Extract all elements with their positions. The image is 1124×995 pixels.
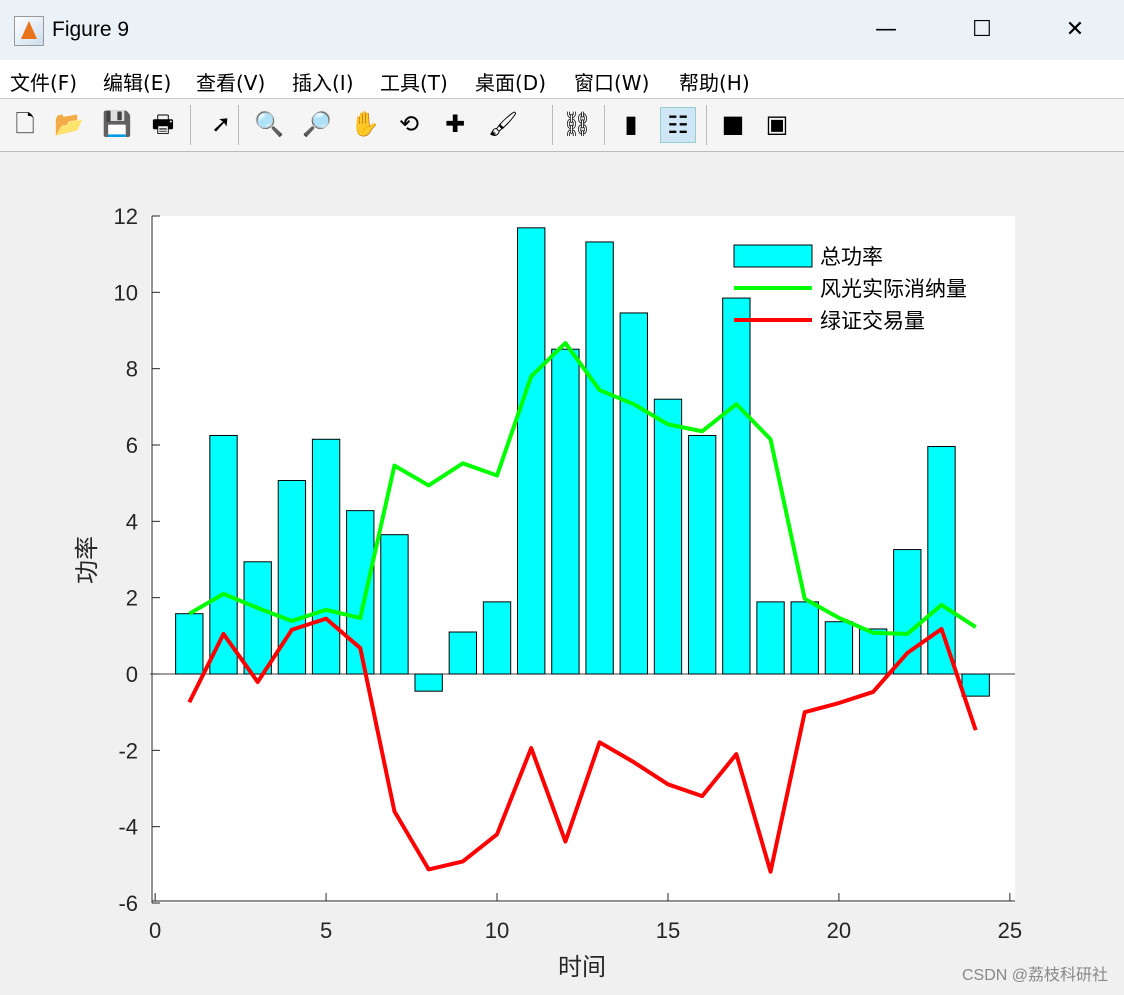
watermark: CSDN @荔枝科研社	[961, 967, 1108, 984]
y-tick-label: 6	[126, 433, 138, 458]
x-axis-label: 时间	[558, 953, 606, 981]
bar	[175, 613, 204, 675]
chart: -6 -4 -2 0 2 4 6 8 10 12 0 5 10 15 20 25 时间 功率 总功率风光实际消纳量绿…	[73, 204, 1022, 981]
legend-label: 风光实际消纳量	[820, 277, 967, 301]
bar	[380, 534, 409, 675]
y-tick-label: 4	[126, 509, 138, 534]
y-tick-label: 10	[114, 280, 138, 305]
bar	[824, 621, 854, 675]
x-tick-label: 0	[149, 918, 161, 943]
y-tick-label: -6	[118, 891, 138, 916]
bar	[858, 628, 888, 675]
bar	[243, 561, 272, 675]
y-tick-label: 8	[126, 357, 138, 382]
bar	[448, 631, 478, 675]
bar	[687, 434, 717, 675]
x-tick-label: 5	[320, 918, 332, 943]
x-tick-label: 20	[827, 918, 851, 943]
y-axis-label: 功率	[73, 536, 101, 584]
y-tick-label: 0	[126, 662, 138, 687]
bar	[585, 241, 614, 675]
bar	[927, 446, 956, 675]
bar	[653, 398, 683, 675]
x-tick-label: 15	[656, 918, 680, 943]
legend-label: 绿证交易量	[820, 309, 925, 333]
x-tick-label: 10	[485, 918, 509, 943]
bar	[722, 297, 751, 675]
bar	[517, 227, 546, 675]
bar	[311, 438, 341, 675]
bar	[551, 348, 580, 675]
y-tick-label: 2	[126, 586, 138, 611]
bar	[756, 601, 785, 675]
bar	[961, 673, 990, 697]
legend-swatch-bar	[733, 244, 813, 268]
bar	[619, 312, 648, 675]
y-tick-label: 12	[114, 204, 138, 229]
y-tick-label: -4	[118, 815, 138, 840]
bar	[790, 601, 819, 675]
x-tick-label: 25	[998, 918, 1022, 943]
bar	[482, 601, 512, 675]
bar	[414, 673, 443, 692]
y-tick-label: -2	[118, 738, 138, 763]
legend-label: 总功率	[820, 245, 883, 269]
